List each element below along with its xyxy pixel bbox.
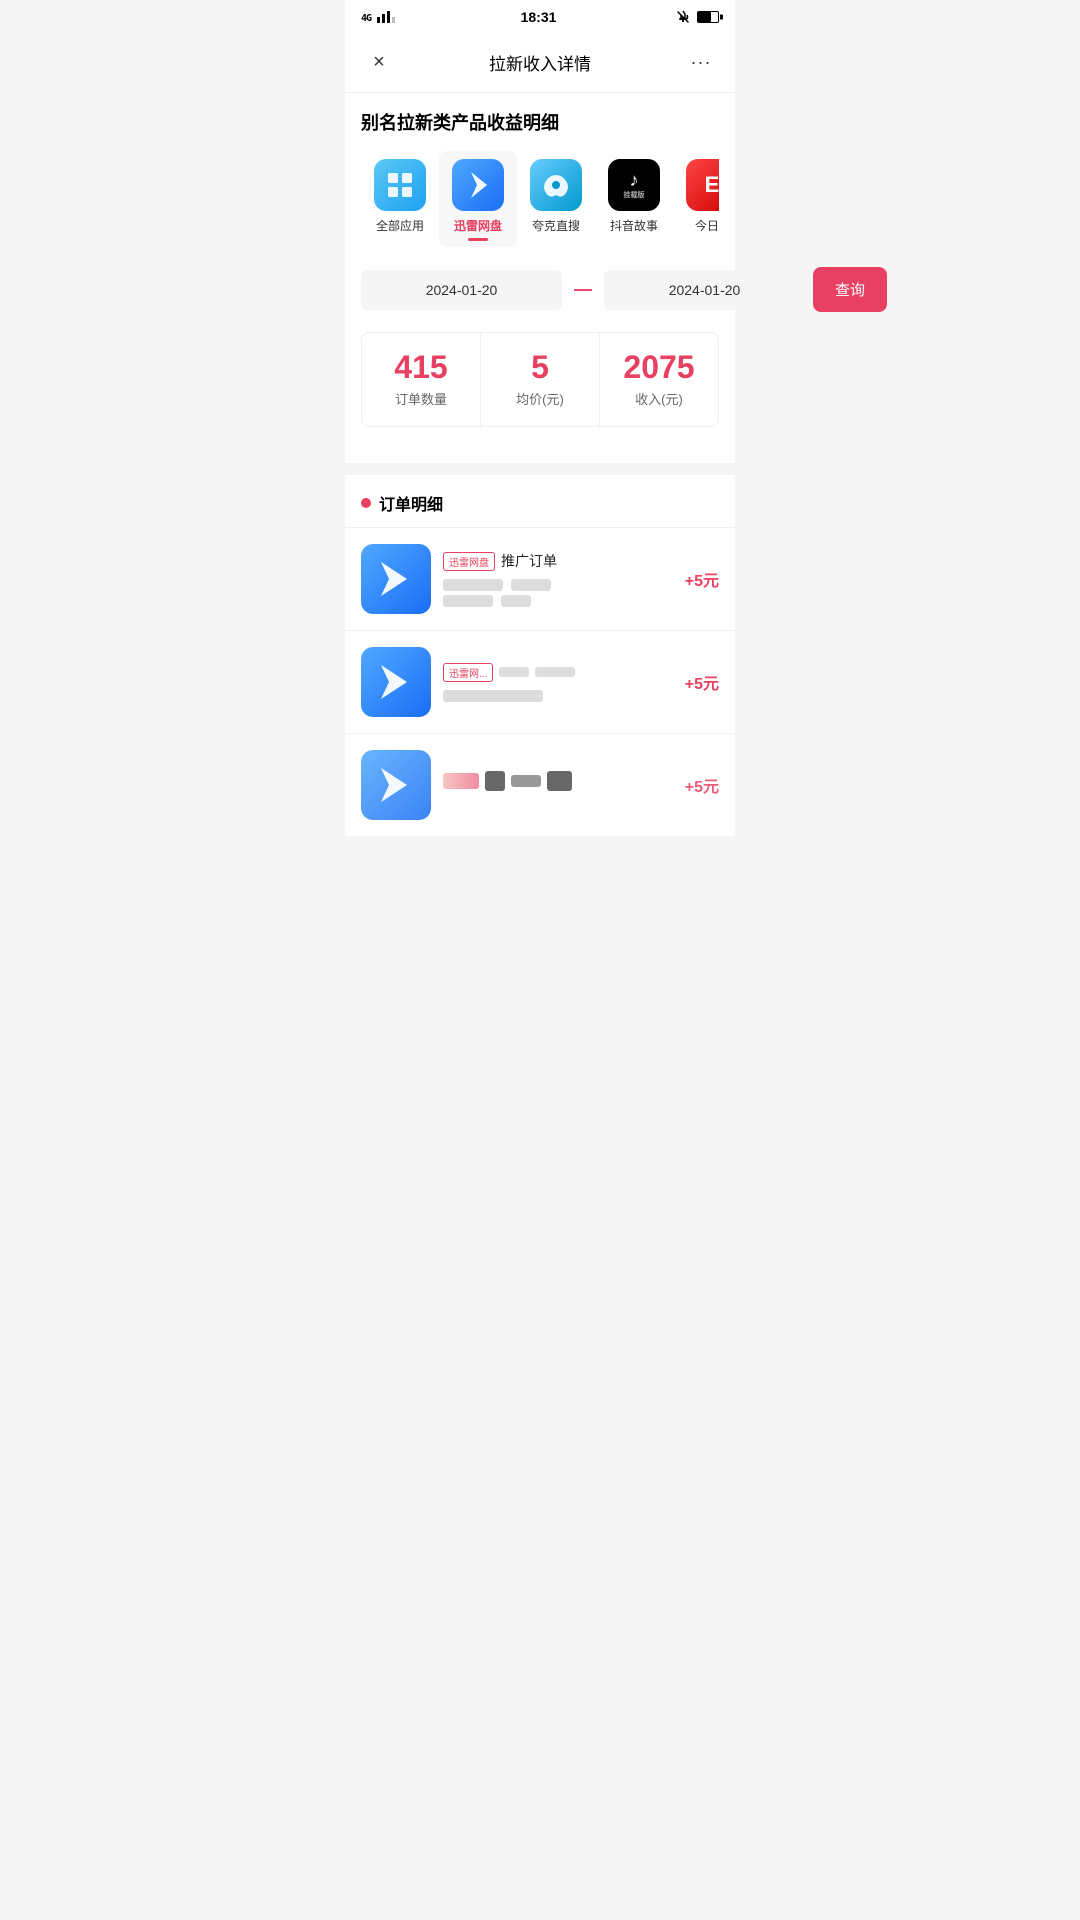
order-info: 迅雷网... <box>443 663 673 702</box>
nav-bar: × 拉新收入详情 ··· <box>345 32 735 93</box>
order-app-icon <box>361 647 431 717</box>
page-content: 别名拉新类产品收益明细 全部应用 迅雷网盘 <box>345 93 735 463</box>
jinri-icon: E <box>686 159 719 211</box>
blurred-row-3 <box>443 690 673 702</box>
order-count-label: 订单数量 <box>370 389 472 408</box>
blurred-field-2 <box>511 579 551 591</box>
order-item[interactable]: 迅雷网... +5元 <box>345 630 735 733</box>
more-button[interactable]: ··· <box>683 44 719 80</box>
order-title-row <box>443 771 673 791</box>
all-apps-icon <box>374 159 426 211</box>
start-date-input[interactable] <box>361 270 562 310</box>
order-amount: +5元 <box>685 670 719 694</box>
revenue-value: 2075 <box>608 351 710 383</box>
status-icons <box>676 10 719 24</box>
order-item[interactable]: 迅雷网盘 推广订单 +5元 <box>345 527 735 630</box>
blurred-field-4 <box>501 595 531 607</box>
tab-kuake[interactable]: 夸克直搜 <box>517 151 595 247</box>
blurred-title-2 <box>535 667 575 677</box>
tab-all-apps[interactable]: 全部应用 <box>361 151 439 247</box>
order-title-row: 迅雷网... <box>443 663 673 682</box>
blurred-row-1 <box>443 579 673 591</box>
svg-text:4G: 4G <box>361 13 372 23</box>
blurred-icon-2 <box>511 775 541 787</box>
order-item[interactable]: +5元 <box>345 733 735 836</box>
tab-jinri[interactable]: E 今日... <box>673 151 719 247</box>
red-dot-icon <box>361 498 371 508</box>
order-details <box>443 690 673 702</box>
avg-price-label: 均价(元) <box>489 389 591 408</box>
order-section-header: 订单明细 <box>345 475 735 527</box>
order-app-icon <box>361 750 431 820</box>
order-app-icon <box>361 544 431 614</box>
status-bar: 4G 18:31 <box>345 0 735 32</box>
order-amount: +5元 <box>685 567 719 591</box>
battery-icon <box>697 11 719 23</box>
blurred-field-3 <box>443 595 493 607</box>
tab-kuake-label: 夸克直搜 <box>532 217 580 234</box>
tab-xunlei-label: 迅雷网盘 <box>454 217 502 234</box>
order-app-badge: 迅雷网盘 <box>443 552 495 571</box>
tab-xunlei[interactable]: 迅雷网盘 <box>439 151 517 247</box>
date-filter: — 查询 <box>361 267 719 312</box>
order-section: 订单明细 迅雷网盘 推广订单 <box>345 475 735 836</box>
order-type: 推广订单 <box>501 551 557 571</box>
close-button[interactable]: × <box>361 44 397 80</box>
blurred-title-1 <box>499 667 529 677</box>
tab-douyin-label: 抖音故事 <box>610 217 658 234</box>
status-time: 18:31 <box>521 9 557 25</box>
app-tabs: 全部应用 迅雷网盘 夸克直搜 ♪ <box>361 151 719 251</box>
stats-row: 415 订单数量 5 均价(元) 2075 收入(元) <box>361 332 719 427</box>
xunlei-icon <box>452 159 504 211</box>
stat-revenue: 2075 收入(元) <box>600 333 718 426</box>
section-title: 别名拉新类产品收益明细 <box>361 109 719 135</box>
blurred-field-1 <box>443 579 503 591</box>
order-title-row: 迅雷网盘 推广订单 <box>443 551 673 571</box>
order-section-title: 订单明细 <box>379 491 443 515</box>
active-indicator <box>468 238 488 241</box>
stat-avg-price: 5 均价(元) <box>481 333 600 426</box>
order-count-value: 415 <box>370 351 472 383</box>
tab-all-apps-label: 全部应用 <box>376 217 424 234</box>
tab-douyin[interactable]: ♪ 挂载版 抖音故事 <box>595 151 673 247</box>
blurred-row-2 <box>443 595 673 607</box>
tab-jinri-label: 今日... <box>695 217 719 234</box>
date-separator: — <box>570 279 596 300</box>
kuake-icon <box>530 159 582 211</box>
avg-price-value: 5 <box>489 351 591 383</box>
end-date-input[interactable] <box>604 270 805 310</box>
revenue-label: 收入(元) <box>608 389 710 408</box>
order-details <box>443 579 673 607</box>
section-divider <box>345 463 735 471</box>
order-list: 迅雷网盘 推广订单 +5元 <box>345 527 735 836</box>
order-info: 迅雷网盘 推广订单 <box>443 551 673 607</box>
blurred-icon-3 <box>547 771 572 791</box>
blurred-field-5 <box>443 690 543 702</box>
mute-icon <box>676 10 690 24</box>
stat-order-count: 415 订单数量 <box>362 333 481 426</box>
signal-icon: 4G <box>361 9 401 26</box>
query-button[interactable]: 查询 <box>813 267 887 312</box>
douyin-icon: ♪ 挂载版 <box>608 159 660 211</box>
page-title: 拉新收入详情 <box>489 50 591 75</box>
blurred-badge <box>443 773 479 789</box>
order-app-badge: 迅雷网... <box>443 663 493 682</box>
order-info <box>443 771 673 799</box>
order-amount: +5元 <box>685 773 719 797</box>
blurred-icon-1 <box>485 771 505 791</box>
